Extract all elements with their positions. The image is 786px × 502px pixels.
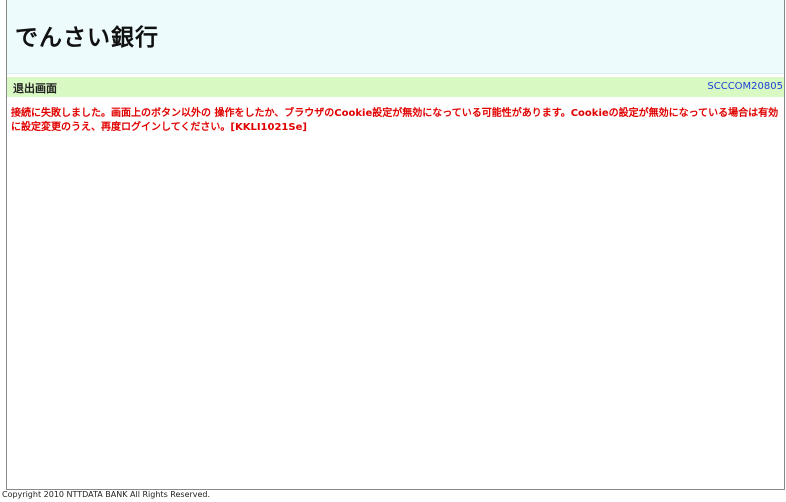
error-message: 接続に失敗しました。画面上のボタン以外の 操作をしたか、ブラウザのCookie設… xyxy=(11,108,779,133)
screen-id: SCCCOM20805 xyxy=(707,81,783,92)
header: でんさい銀行 xyxy=(7,0,784,74)
copyright-footer: Copyright 2010 NTTDATA BANK All Rights R… xyxy=(2,490,211,499)
page-frame: でんさい銀行 退出画面 SCCCOM20805 接続に失敗しました。画面上のボタ… xyxy=(6,0,785,490)
screen-title: 退出画面 xyxy=(13,82,57,95)
bank-name: でんさい銀行 xyxy=(15,25,159,51)
title-bar: 退出画面 SCCCOM20805 xyxy=(7,77,784,97)
